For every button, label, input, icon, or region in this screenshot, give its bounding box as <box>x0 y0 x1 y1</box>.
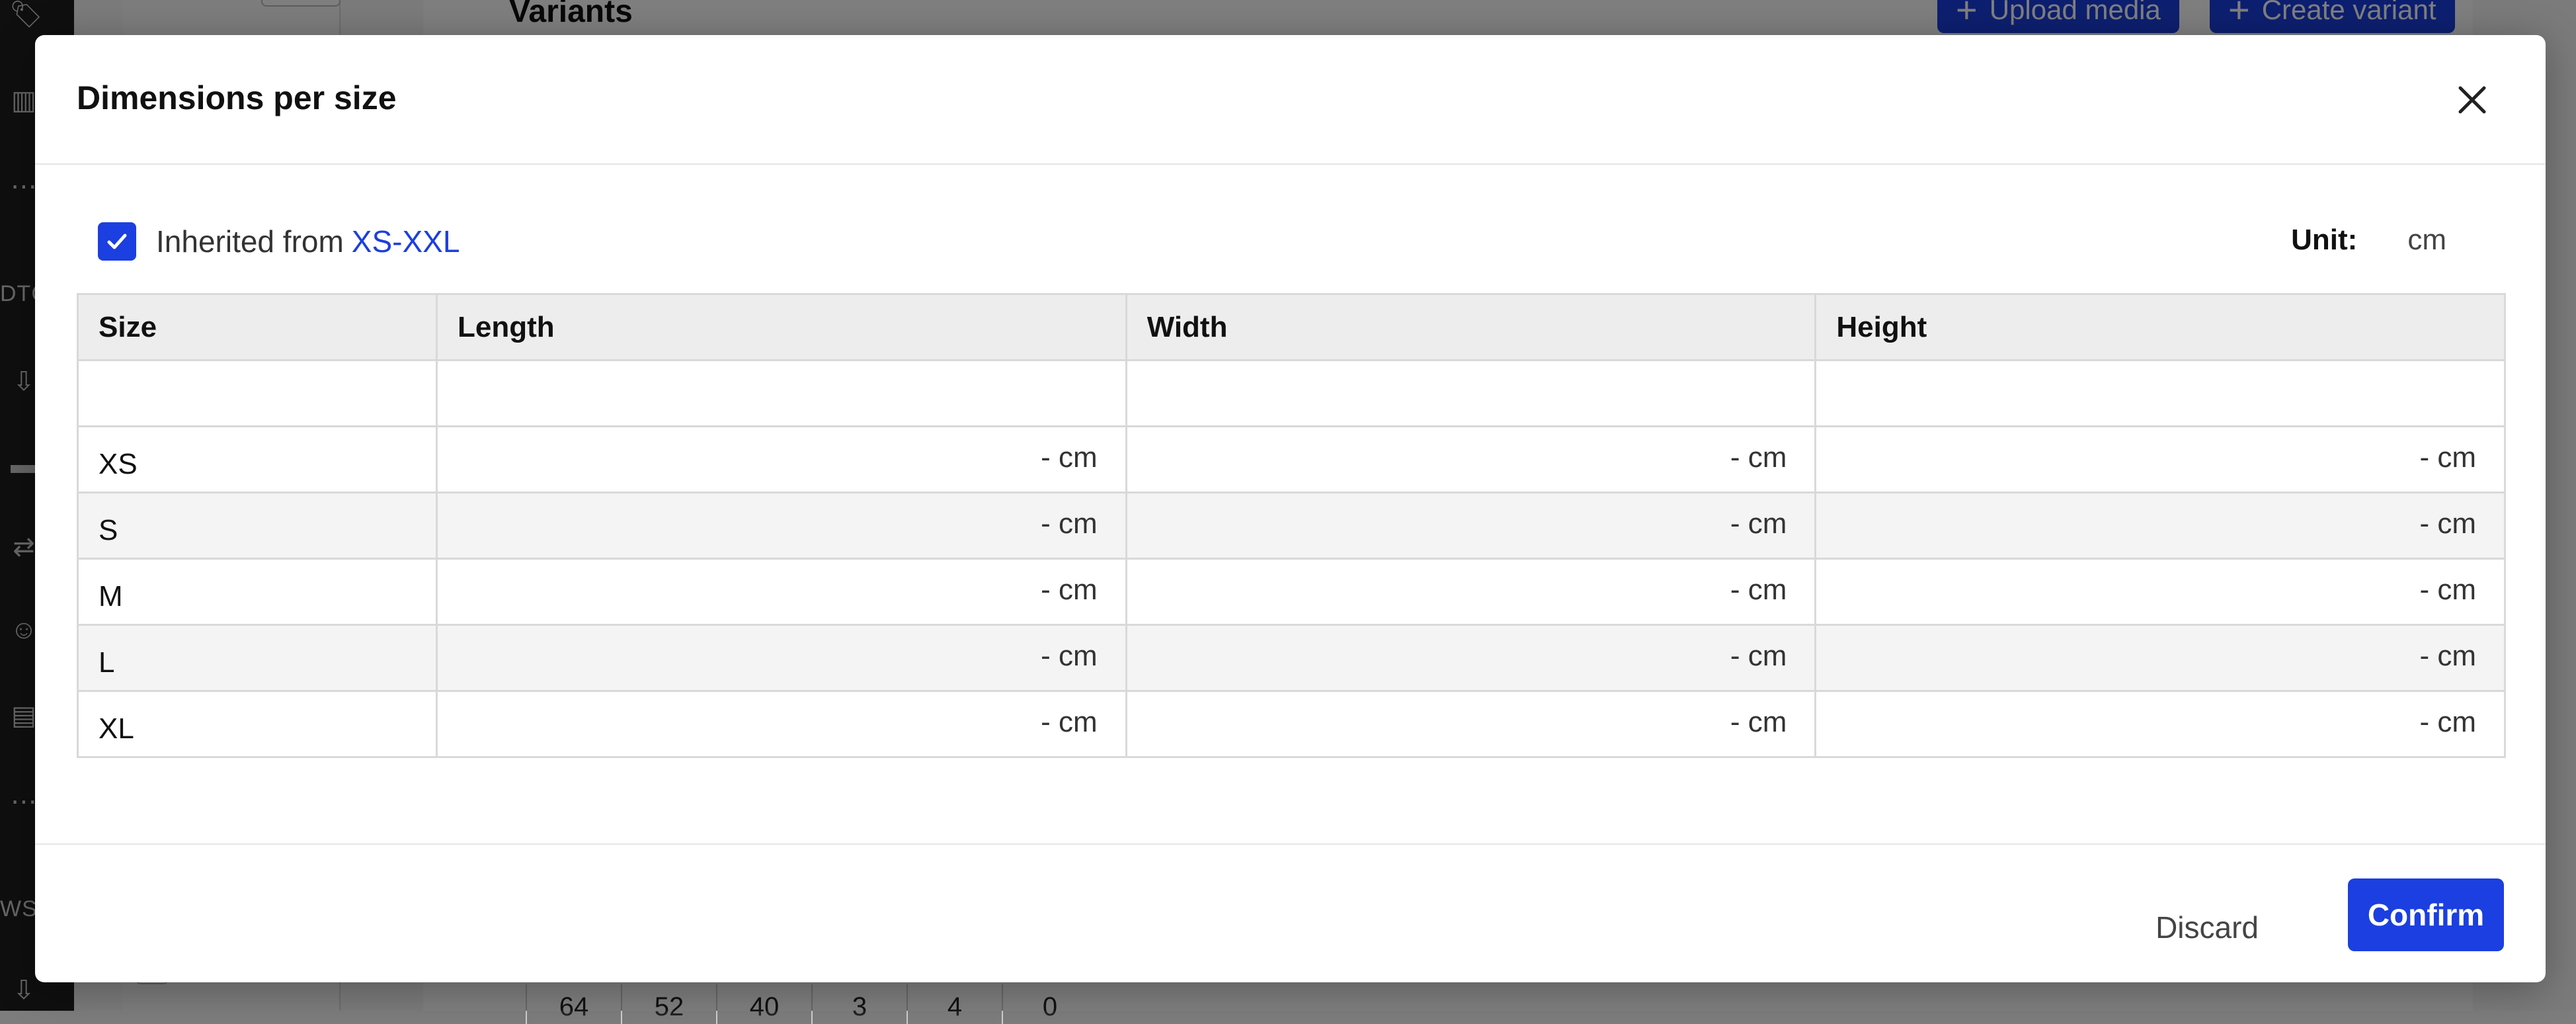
inherit-source-link[interactable]: XS-XXL <box>352 224 460 259</box>
size-cell: XS <box>78 427 437 493</box>
width-cell[interactable]: - cm <box>1126 559 1816 625</box>
height-cell[interactable]: - cm <box>1816 559 2505 625</box>
width-cell[interactable]: - cm <box>1126 691 1816 757</box>
width-cell[interactable]: - cm <box>1126 493 1816 559</box>
height-cell[interactable]: - cm <box>1816 691 2505 757</box>
size-cell: L <box>78 625 437 691</box>
length-cell[interactable]: - cm <box>437 625 1127 691</box>
table-row: S - cm - cm - cm <box>78 493 2505 559</box>
table-row: XL - cm - cm - cm <box>78 691 2505 757</box>
modal-footer: Discard Confirm <box>35 843 2546 982</box>
width-cell[interactable] <box>1126 361 1816 427</box>
height-cell[interactable]: - cm <box>1816 493 2505 559</box>
height-cell[interactable]: - cm <box>1816 625 2505 691</box>
height-cell[interactable]: - cm <box>1816 427 2505 493</box>
width-cell[interactable]: - cm <box>1126 625 1816 691</box>
width-cell[interactable]: - cm <box>1126 427 1816 493</box>
unit-row: Unit: cm <box>2291 224 2446 257</box>
size-cell <box>78 361 437 427</box>
table-row: XS - cm - cm - cm <box>78 427 2505 493</box>
dimensions-table: Size Length Width Height XS - cm - cm - … <box>77 293 2506 758</box>
table-row: M - cm - cm - cm <box>78 559 2505 625</box>
checkmark-icon <box>104 228 130 255</box>
size-cell: XL <box>78 691 437 757</box>
length-cell[interactable]: - cm <box>437 559 1127 625</box>
column-header-length: Length <box>437 294 1127 361</box>
inherit-checkbox[interactable] <box>98 222 136 261</box>
table-row: L - cm - cm - cm <box>78 625 2505 691</box>
modal-header: Dimensions per size <box>35 35 2546 165</box>
column-header-height: Height <box>1816 294 2505 361</box>
column-header-size: Size <box>78 294 437 361</box>
length-cell[interactable]: - cm <box>437 427 1127 493</box>
table-header-row: Size Length Width Height <box>78 294 2505 361</box>
length-cell[interactable]: - cm <box>437 691 1127 757</box>
length-cell[interactable]: - cm <box>437 493 1127 559</box>
unit-value[interactable]: cm <box>2407 224 2446 257</box>
size-cell: S <box>78 493 437 559</box>
length-cell[interactable] <box>437 361 1127 427</box>
confirm-button[interactable]: Confirm <box>2348 878 2504 951</box>
table-row <box>78 361 2505 427</box>
close-icon <box>2454 81 2491 118</box>
unit-label: Unit: <box>2291 224 2357 257</box>
size-cell: M <box>78 559 437 625</box>
dimensions-modal: Dimensions per size Inherited from XS-XX… <box>35 35 2546 982</box>
discard-button[interactable]: Discard <box>2155 891 2259 964</box>
modal-title: Dimensions per size <box>77 79 397 117</box>
column-header-width: Width <box>1126 294 1816 361</box>
inherit-row: Inherited from XS-XXL <box>98 222 460 261</box>
inherit-label: Inherited from <box>156 224 344 259</box>
close-button[interactable] <box>2454 81 2491 118</box>
height-cell[interactable] <box>1816 361 2505 427</box>
